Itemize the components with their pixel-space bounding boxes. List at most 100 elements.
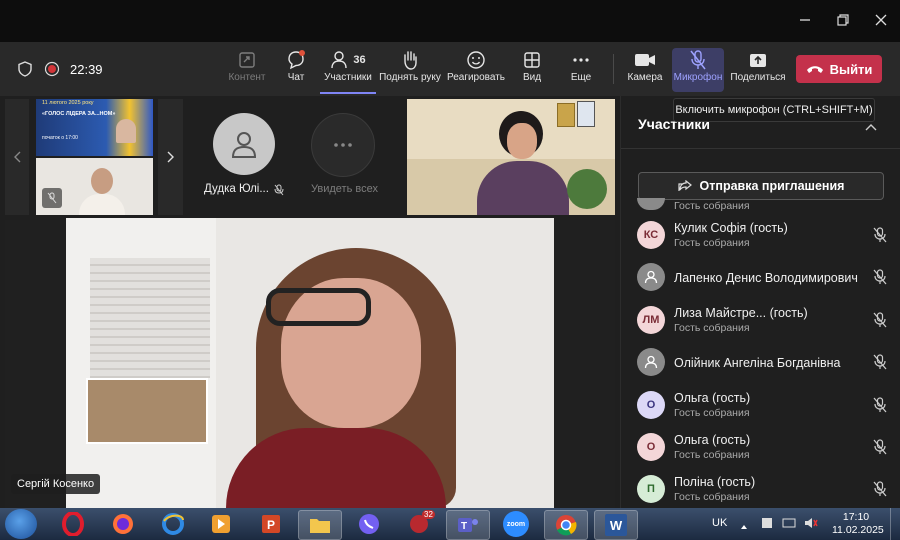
language-indicator[interactable]: UK	[712, 517, 727, 529]
invite-label: Отправка приглашения	[699, 179, 845, 193]
mic-off-icon	[873, 269, 887, 290]
person-body	[79, 194, 125, 215]
microphone-label: Микрофон	[673, 72, 723, 83]
share-icon	[748, 48, 768, 72]
participant-row[interactable]: ЛМ Лиза Майстре... (гость) Гость собрания	[637, 301, 891, 341]
glasses	[266, 288, 371, 326]
frame	[557, 103, 575, 127]
person-face	[507, 123, 537, 159]
share-button[interactable]: Поделиться	[728, 48, 788, 92]
participants-count: 36	[353, 54, 366, 66]
participant-row[interactable]: КС Кулик Софія (гость) Гость собрания	[637, 216, 891, 256]
participant-role: Гость собрания	[674, 449, 750, 461]
start-button[interactable]	[5, 509, 37, 539]
network-icon[interactable]	[782, 516, 796, 535]
word-icon[interactable]: W	[594, 510, 638, 540]
invite-button[interactable]: Отправка приглашения	[638, 172, 884, 200]
chat-button[interactable]: Чат	[267, 48, 325, 92]
see-all-button[interactable]	[311, 113, 375, 177]
slide-time: початок о 17:00	[42, 135, 78, 141]
chrome-icon[interactable]	[544, 510, 588, 540]
mic-off-icon	[873, 354, 887, 375]
participant-row[interactable]: П Поліна (гость) Гость собрания	[637, 470, 891, 510]
close-icon[interactable]	[870, 9, 892, 31]
slide-person	[116, 119, 136, 143]
show-desktop-button[interactable]	[890, 508, 900, 540]
react-label: Реагировать	[446, 72, 506, 83]
notification-badge: 32	[422, 510, 435, 519]
content-label: Контент	[228, 72, 266, 83]
mic-off-icon	[873, 481, 887, 502]
microphone-button[interactable]: Микрофон	[672, 48, 724, 92]
participant-row[interactable]: О Ольга (гость) Гость собрания	[637, 428, 891, 468]
participant-row[interactable]: О Ольга (гость) Гость собрания	[637, 386, 891, 426]
speaker-video-tile[interactable]	[407, 99, 615, 215]
window-title-bar	[0, 0, 900, 42]
toolbar-divider	[613, 54, 614, 84]
gallery-prev-button[interactable]	[5, 99, 29, 215]
leave-button[interactable]: Выйти	[796, 55, 882, 83]
grid-icon	[522, 48, 542, 72]
participants-label: Участники	[324, 72, 372, 83]
participants-button[interactable]: 36 Участники	[320, 48, 376, 94]
tile-name: Дудка Юлі...	[204, 183, 269, 195]
shield-icon[interactable]	[17, 61, 33, 82]
main-video[interactable]	[66, 218, 554, 508]
maximize-icon[interactable]	[832, 9, 854, 31]
mic-off-icon	[274, 183, 284, 201]
flag-icon[interactable]	[760, 516, 774, 535]
more-button[interactable]: Еще	[552, 48, 610, 92]
leave-label: Выйти	[829, 61, 873, 77]
share-icon	[677, 180, 692, 191]
react-button[interactable]: Реагировать	[446, 48, 506, 92]
share-screen-icon	[237, 48, 257, 72]
wall-painting	[86, 378, 208, 444]
raise-hand-button[interactable]: Поднять руку	[379, 48, 441, 92]
clock-time: 17:10	[842, 511, 870, 523]
powerpoint-icon[interactable]: P	[250, 510, 292, 538]
participant-role: Гость собрания	[674, 491, 750, 503]
tray-expand-icon[interactable]	[740, 518, 748, 536]
viber-icon[interactable]	[348, 510, 390, 538]
internet-explorer-icon[interactable]	[152, 510, 194, 538]
mic-off-icon	[873, 312, 887, 333]
file-explorer-icon[interactable]	[298, 510, 342, 540]
avatar: ЛМ	[637, 306, 665, 334]
chat-label: Чат	[287, 72, 305, 83]
view-label: Вид	[522, 72, 542, 83]
avatar: КС	[637, 221, 665, 249]
zoom-icon[interactable]: zoom	[495, 510, 537, 538]
avatar[interactable]	[213, 113, 275, 175]
speaker-name-label: Сергій Косенко	[11, 474, 101, 494]
teams-icon[interactable]: T	[446, 510, 490, 540]
opera-icon[interactable]	[52, 510, 94, 538]
camera-button[interactable]: Камера	[616, 48, 674, 92]
minimize-icon[interactable]	[794, 9, 816, 31]
participant-name: Лапенко Денис Володимирович	[674, 271, 858, 285]
presentation-tile[interactable]: 11 лютого 2025 року «ГОЛОС ЛІДЕРА ЗА...Н…	[36, 99, 153, 156]
svg-text:P: P	[267, 518, 275, 532]
hand-icon	[400, 48, 420, 72]
mic-off-icon	[873, 397, 887, 418]
volume-muted-icon[interactable]	[804, 516, 818, 535]
participant-row[interactable]: Олійник Ангеліна Богданівна	[637, 343, 891, 383]
meeting-timer: 22:39	[70, 62, 103, 77]
gallery-next-button[interactable]	[158, 99, 183, 215]
media-player-icon[interactable]	[200, 510, 242, 538]
firefox-icon[interactable]	[102, 510, 144, 538]
game-icon[interactable]: 32	[398, 510, 440, 538]
participant-name: Лиза Майстре... (гость)	[674, 306, 808, 320]
clock[interactable]: 17:10 11.02.2025	[832, 511, 884, 537]
person-icon	[231, 132, 257, 158]
slide-date: 11 лютого 2025 року	[42, 100, 94, 106]
participant-video-tile[interactable]	[36, 158, 153, 215]
share-label: Поделиться	[730, 72, 786, 83]
mic-off-icon	[689, 48, 707, 72]
frame	[577, 101, 595, 127]
mic-off-icon	[873, 439, 887, 460]
chat-icon	[285, 48, 307, 72]
people-icon: 36	[330, 48, 366, 72]
taskbar: P 32 T zoom W UK 17:10 11.02.2025	[0, 508, 900, 540]
participant-row[interactable]: Лапенко Денис Володимирович	[637, 258, 891, 298]
participant-role: Гость собрания	[674, 322, 750, 334]
